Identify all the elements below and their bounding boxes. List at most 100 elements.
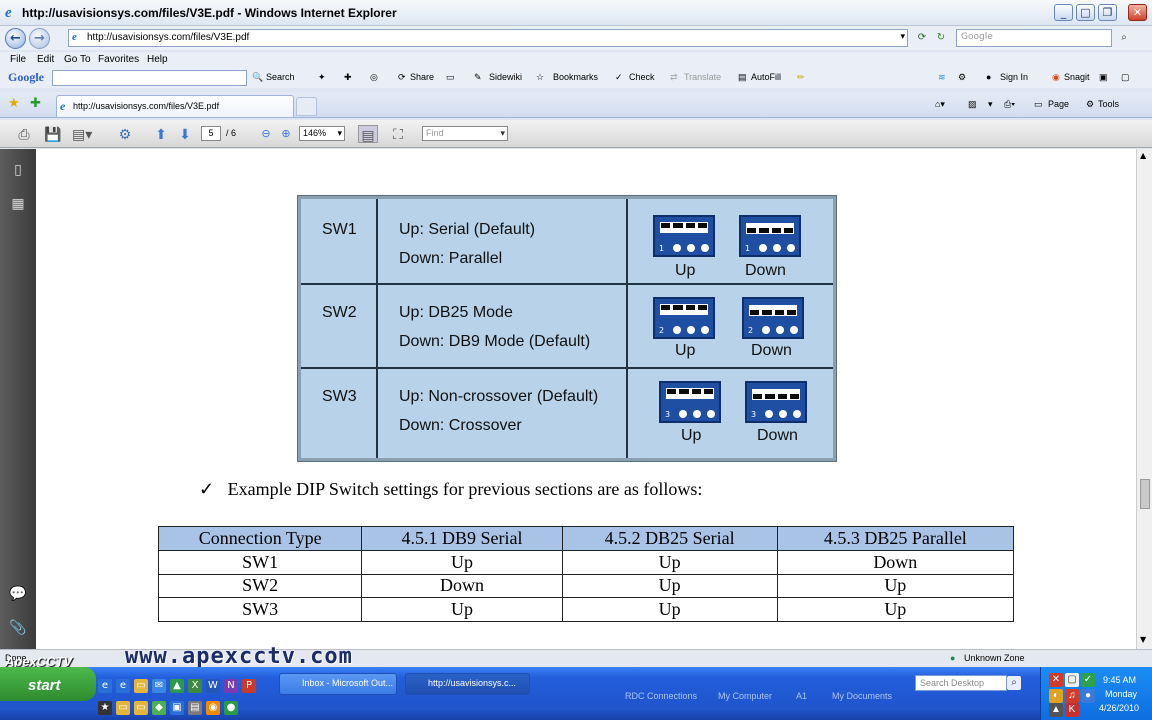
tray-icon-3[interactable]: ✓ (1081, 673, 1095, 687)
autofill-button[interactable]: AutoFill (751, 72, 781, 82)
print-icon[interactable]: ⎙▾ (1004, 99, 1015, 110)
tray-app3-icon[interactable]: ▣ (170, 701, 184, 715)
ie-quicklaunch2-icon[interactable]: e (116, 679, 130, 693)
zoom-input[interactable]: 146% ▾ (299, 126, 345, 141)
pdf-share-icon[interactable]: ⚙ (115, 125, 135, 143)
tray-icon-8[interactable]: K (1065, 703, 1079, 717)
pagerank-icon[interactable]: ◎ (370, 72, 378, 83)
clock-time[interactable]: 9:45 AM (1103, 675, 1136, 685)
scroll-down-icon[interactable]: ▼ (1140, 635, 1146, 644)
menu-file[interactable]: File (10, 54, 26, 65)
onenote-icon[interactable]: N (224, 679, 238, 693)
start-button[interactable]: start (0, 667, 96, 701)
zoom-in-icon[interactable]: ⊕ (276, 125, 296, 143)
minimize-button[interactable]: _ (1054, 4, 1073, 21)
taskbar-item-ie[interactable]: http://usavisionsys.c... (405, 673, 530, 695)
favorites-star-icon[interactable]: ★ (8, 95, 20, 111)
home-icon[interactable]: ⌂▾ (935, 99, 945, 110)
tray-app6-icon[interactable]: ● (224, 701, 238, 715)
search-icon[interactable]: ⌕ (1116, 30, 1132, 46)
wrench-icon[interactable]: ⚙ (958, 72, 966, 83)
pdf-save-icon[interactable]: 💾 (43, 125, 63, 143)
tray-icon-4[interactable]: ◐ (1049, 689, 1063, 703)
folder-icon[interactable]: ▭ (134, 679, 148, 693)
desktop-search-icon[interactable]: ⌕ (1007, 676, 1021, 690)
paperclip-icon[interactable]: 📎 (9, 619, 27, 637)
google-search-input[interactable] (52, 70, 247, 86)
tray-app5-icon[interactable]: ◉ (206, 701, 220, 715)
taskbar-item-outlook[interactable]: Inbox - Microsoft Out... (279, 673, 397, 695)
capture-icon[interactable]: ▣ (1099, 72, 1108, 83)
feeds-icon[interactable]: ▨ (968, 99, 977, 110)
fit-page-icon[interactable]: ▤ (358, 125, 378, 143)
tray-app4-icon[interactable]: ▤ (188, 701, 202, 715)
menu-goto[interactable]: Go To (64, 54, 91, 65)
tab-active[interactable]: e http://usavisionsys.com/files/V3E.pdf (56, 95, 294, 117)
tray-icon-1[interactable]: ✕ (1049, 673, 1063, 687)
pages-icon[interactable]: ▯ (9, 161, 27, 179)
scroll-up-icon[interactable]: ▲ (1140, 151, 1146, 160)
scroll-thumb[interactable] (1140, 479, 1150, 509)
page-number-input[interactable]: 5 (201, 126, 221, 141)
pdf-print-icon[interactable]: ⎙ (14, 125, 34, 143)
sidewiki-button[interactable]: Sidewiki (489, 72, 522, 82)
wifi-icon[interactable]: ≋ (938, 72, 946, 83)
check-button[interactable]: Check (629, 72, 655, 82)
maximize-button[interactable]: □ (1076, 4, 1095, 21)
tray-icon-7[interactable]: ▲ (1049, 703, 1063, 717)
outlook-icon[interactable]: ✉ (152, 679, 166, 693)
plus-icon[interactable]: ✚ (344, 72, 352, 83)
add-favorites-icon[interactable]: ✚ (30, 95, 41, 111)
share-button[interactable]: Share (410, 72, 434, 82)
excel-icon[interactable]: X (188, 679, 202, 693)
bookmarks-button[interactable]: Bookmarks (553, 72, 598, 82)
comments-icon[interactable]: 💬 (9, 585, 27, 603)
toolbar-label-a1[interactable]: A1 (796, 691, 807, 701)
find-input[interactable]: Find ▾ (422, 126, 508, 141)
capture-window-icon[interactable]: ▢ (1121, 72, 1130, 83)
tray-icon-5[interactable]: ♫ (1065, 689, 1079, 703)
menu-edit[interactable]: Edit (37, 54, 54, 65)
word-icon[interactable]: W (206, 679, 220, 693)
zoom-out-icon[interactable]: ⊖ (256, 125, 276, 143)
mail-icon[interactable]: ▾ (988, 99, 993, 110)
tools-menu[interactable]: Tools (1098, 99, 1119, 109)
app-icon[interactable]: ▲ (170, 679, 184, 693)
compat-icon[interactable]: ⟳ (914, 30, 930, 46)
next-page-icon[interactable]: ⬇ (175, 125, 195, 143)
menu-help[interactable]: Help (147, 54, 168, 65)
menu-favorites[interactable]: Favorites (98, 54, 139, 65)
window-icon[interactable]: ▭ (446, 72, 455, 83)
tray-icon-2[interactable]: ▢ (1065, 673, 1079, 687)
address-dropdown-icon[interactable]: ▾ (900, 32, 905, 42)
tray-icon-6[interactable]: ● (1081, 689, 1095, 703)
forward-icon[interactable]: → (29, 28, 50, 49)
stop-icon[interactable] (938, 30, 954, 46)
vertical-scrollbar[interactable]: ▲ ▼ (1136, 149, 1152, 649)
fullscreen-icon[interactable]: ⛶ (388, 125, 408, 143)
close-button[interactable]: ✕ (1128, 4, 1147, 21)
search-input[interactable]: Google (956, 29, 1112, 47)
powerpoint-icon[interactable]: P (242, 679, 256, 693)
desktop-search-input[interactable]: Search Desktop (915, 675, 1007, 691)
tray-folder-icon[interactable]: ▭ (116, 701, 130, 715)
prev-page-icon[interactable]: ⬆ (151, 125, 171, 143)
tray-app2-icon[interactable]: ◆ (152, 701, 166, 715)
tray-folder2-icon[interactable]: ▭ (134, 701, 148, 715)
pdf-attach-icon[interactable]: ▤▾ (72, 125, 92, 143)
translate-button[interactable]: Translate (684, 72, 721, 82)
toolbar-label-rdc[interactable]: RDC Connections (625, 691, 697, 701)
new-tab-button[interactable] (296, 97, 317, 116)
tray-app-icon[interactable]: ★ (98, 701, 112, 715)
toolbar-label-mydocuments[interactable]: My Documents (832, 691, 892, 701)
attachments-icon[interactable]: ▦ (9, 195, 27, 213)
ie-quicklaunch-icon[interactable]: e (98, 679, 112, 693)
address-input[interactable]: e http://usavisionsys.com/files/V3E.pdf … (68, 29, 908, 47)
popup-icon[interactable]: ✦ (318, 72, 326, 83)
back-icon[interactable]: ← (5, 28, 26, 49)
restore-button[interactable]: ❐ (1098, 4, 1117, 21)
snagit-button[interactable]: Snagit (1064, 72, 1090, 82)
toolbar-label-mycomputer[interactable]: My Computer (718, 691, 772, 701)
google-search-button[interactable]: Search (266, 72, 295, 82)
highlighter-icon[interactable]: ✏ (797, 72, 805, 83)
